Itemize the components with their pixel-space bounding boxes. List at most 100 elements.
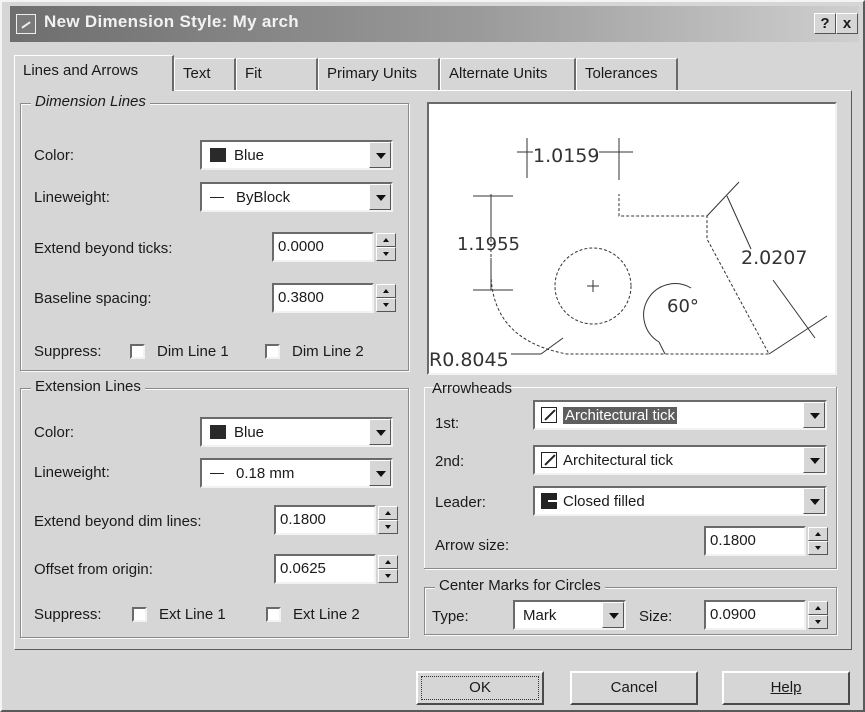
center-size-spinner[interactable]: 0.0900 xyxy=(704,600,828,630)
arrow-second-select[interactable]: Architectural tick xyxy=(533,445,827,475)
ext-extend-spinner[interactable]: 0.1800 xyxy=(274,505,398,535)
arrow-second-label: 2nd: xyxy=(435,453,465,470)
cancel-button[interactable]: Cancel xyxy=(570,671,698,705)
ext-lineweight-select[interactable]: 0.18 mm xyxy=(200,458,393,488)
extension-lines-title: Extension Lines xyxy=(31,378,145,395)
spin-down-icon[interactable] xyxy=(376,247,396,261)
dim-color-select[interactable]: Blue xyxy=(200,140,393,170)
spin-down-icon[interactable] xyxy=(378,520,398,534)
preview-dim-top: 1.0159 xyxy=(533,145,599,167)
preview-dim-diagonal: 2.0207 xyxy=(741,247,807,269)
chevron-down-icon[interactable] xyxy=(803,488,825,514)
chevron-down-icon[interactable] xyxy=(369,460,391,486)
ok-button[interactable]: OK xyxy=(416,671,544,705)
chevron-down-icon[interactable] xyxy=(369,142,391,168)
chevron-down-icon[interactable] xyxy=(803,402,825,428)
tab-tolerances[interactable]: Tolerances xyxy=(576,58,678,90)
dim-baseline-field[interactable]: 0.3800 xyxy=(272,283,374,313)
spin-down-icon[interactable] xyxy=(808,615,828,629)
dim-lineweight-select[interactable]: ByBlock xyxy=(200,182,393,212)
line-sample-icon xyxy=(210,473,224,474)
preview-radius: R0.8045 xyxy=(429,349,509,371)
chevron-down-icon[interactable] xyxy=(369,419,391,445)
tab-primary-units[interactable]: Primary Units xyxy=(318,58,440,90)
closed-filled-arrow-icon xyxy=(541,493,557,509)
dim-baseline-spinner[interactable]: 0.3800 xyxy=(272,283,396,313)
arrow-first-label: 1st: xyxy=(435,415,460,432)
ext-offset-field[interactable]: 0.0625 xyxy=(274,554,376,584)
tab-alternate-units[interactable]: Alternate Units xyxy=(440,58,576,90)
arrow-size-field[interactable]: 0.1800 xyxy=(704,526,806,556)
tab-text[interactable]: Text xyxy=(174,58,236,90)
line-sample-icon xyxy=(210,197,224,198)
ext-suppress-label: Suppress: xyxy=(34,606,102,623)
ext-line-1-checkbox[interactable] xyxy=(132,607,147,622)
dimension-lines-title: Dimension Lines xyxy=(31,93,150,110)
spin-up-icon[interactable] xyxy=(378,506,398,520)
chevron-down-icon[interactable] xyxy=(602,602,624,628)
dim-extend-label: Extend beyond ticks: xyxy=(34,240,173,257)
help-title-button[interactable]: ? xyxy=(814,13,836,34)
close-button[interactable]: x xyxy=(836,13,858,34)
ext-color-select[interactable]: Blue xyxy=(200,417,393,447)
preview-drawing: 1.0159 1.1955 2.0207 60° R0.8045 xyxy=(429,138,828,371)
ext-line-2-label: Ext Line 2 xyxy=(293,606,360,623)
spin-up-icon[interactable] xyxy=(808,601,828,615)
dim-line-1-label: Dim Line 1 xyxy=(157,343,229,360)
arrow-size-spinner[interactable]: 0.1800 xyxy=(704,526,828,556)
spin-down-icon[interactable] xyxy=(808,541,828,555)
color-swatch-icon xyxy=(210,148,226,162)
spin-up-icon[interactable] xyxy=(376,284,396,298)
chevron-down-icon[interactable] xyxy=(369,184,391,210)
center-type-select[interactable]: Mark xyxy=(513,600,626,630)
arrow-first-value: Architectural tick xyxy=(563,407,678,424)
center-size-label: Size: xyxy=(639,608,673,625)
tab-lines-and-arrows[interactable]: Lines and Arrows xyxy=(14,55,174,91)
title-bar[interactable]: New Dimension Style: My arch ? x xyxy=(10,6,859,42)
ext-offset-spinner[interactable]: 0.0625 xyxy=(274,554,398,584)
ext-line-2-checkbox[interactable] xyxy=(266,607,281,622)
dimension-style-dialog: New Dimension Style: My arch ? x Lines a… xyxy=(0,0,865,712)
help-button[interactable]: Help xyxy=(722,671,850,705)
spin-up-icon[interactable] xyxy=(376,233,396,247)
dim-extend-spinner[interactable]: 0.0000 xyxy=(272,232,396,262)
ext-extend-label: Extend beyond dim lines: xyxy=(34,513,202,530)
dim-baseline-label: Baseline spacing: xyxy=(34,290,152,307)
leader-label: Leader: xyxy=(435,494,486,511)
center-size-field[interactable]: 0.0900 xyxy=(704,600,806,630)
dim-color-label: Color: xyxy=(34,147,75,164)
ext-offset-label: Offset from origin: xyxy=(34,561,153,578)
preview-dim-left: 1.1955 xyxy=(457,234,520,255)
dim-suppress-label: Suppress: xyxy=(34,343,102,360)
center-type-label: Type: xyxy=(432,608,469,625)
ext-color-label: Color: xyxy=(34,424,75,441)
spin-down-icon[interactable] xyxy=(376,298,396,312)
color-swatch-icon xyxy=(210,425,226,439)
dim-lineweight-label: Lineweight: xyxy=(34,189,110,206)
tab-fit[interactable]: Fit xyxy=(236,58,318,90)
spin-up-icon[interactable] xyxy=(378,555,398,569)
chevron-down-icon[interactable] xyxy=(803,447,825,473)
arrow-size-label: Arrow size: xyxy=(435,537,510,554)
dim-lineweight-value: ByBlock xyxy=(236,189,291,206)
center-marks-title: Center Marks for Circles xyxy=(435,577,605,594)
window-title: New Dimension Style: My arch xyxy=(44,12,299,31)
style-preview: 1.0159 1.1955 2.0207 60° R0.8045 xyxy=(427,102,837,375)
arrow-first-select[interactable]: Architectural tick xyxy=(533,400,827,430)
dim-extend-field[interactable]: 0.0000 xyxy=(272,232,374,262)
dim-line-1-checkbox[interactable] xyxy=(130,344,145,359)
architectural-tick-icon xyxy=(541,407,557,423)
center-type-value: Mark xyxy=(523,607,557,624)
spin-up-icon[interactable] xyxy=(808,527,828,541)
arrowheads-title: Arrowheads xyxy=(432,380,513,397)
ext-color-value: Blue xyxy=(234,424,265,441)
ext-line-1-label: Ext Line 1 xyxy=(159,606,226,623)
dim-line-2-checkbox[interactable] xyxy=(265,344,280,359)
dim-color-value: Blue xyxy=(234,147,265,164)
spin-down-icon[interactable] xyxy=(378,569,398,583)
leader-select[interactable]: Closed filled xyxy=(533,486,827,516)
ext-extend-field[interactable]: 0.1800 xyxy=(274,505,376,535)
preview-angle: 60° xyxy=(667,296,699,317)
arrow-second-value: Architectural tick xyxy=(563,452,674,469)
dimension-style-icon xyxy=(16,14,36,34)
